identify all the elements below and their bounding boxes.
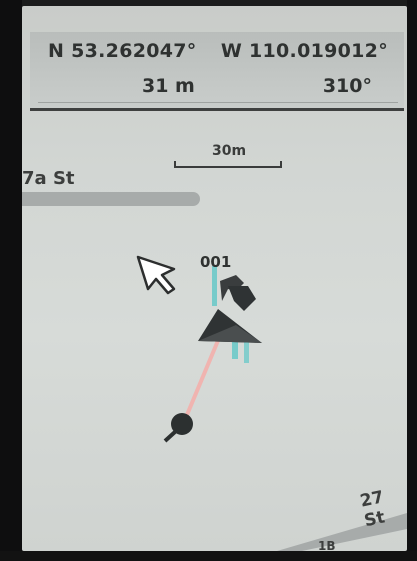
- gps-screen: N 53.262047° W 110.019012° 31 m 310° 30m…: [22, 6, 407, 551]
- data-fields-panel[interactable]: N 53.262047° W 110.019012° 31 m 310°: [30, 32, 404, 111]
- map-bottom-label: 1B: [318, 539, 336, 551]
- device-bezel-bottom: [0, 551, 417, 561]
- device-bezel-right: [407, 0, 417, 561]
- track-point-icon: [163, 413, 193, 443]
- elevation-field: 31 m: [142, 75, 195, 97]
- arrow-cursor-icon[interactable]: [136, 255, 176, 295]
- position-arrow-icon: [198, 309, 262, 343]
- longitude-field: W 110.019012°: [220, 40, 388, 62]
- latitude-field: N 53.262047°: [48, 40, 197, 62]
- device-bezel-left: [0, 0, 22, 561]
- waypoint-label: 001: [200, 253, 232, 271]
- panel-divider: [38, 102, 398, 103]
- map-overlay: [136, 255, 407, 551]
- flag-waypoint-icon[interactable]: [220, 275, 256, 311]
- metrics-row: 31 m 310°: [142, 75, 372, 97]
- heading-field: 310°: [322, 75, 372, 97]
- coordinates-row: N 53.262047° W 110.019012°: [48, 40, 388, 62]
- road-label-27-st: 27 St: [358, 487, 387, 532]
- track-line: [182, 330, 224, 423]
- map-view[interactable]: 30m 7a St 001 27 St 1B: [22, 111, 407, 551]
